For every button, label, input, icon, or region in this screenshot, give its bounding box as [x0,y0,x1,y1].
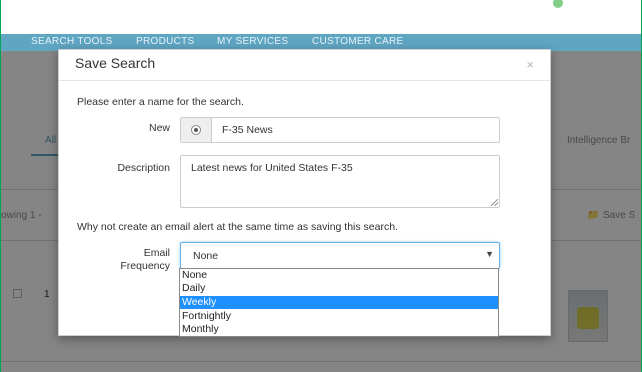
option-fortnightly[interactable]: Fortnightly [180,310,498,323]
nav-my-services[interactable]: MY SERVICES [217,36,288,47]
radio-icon[interactable] [191,125,201,135]
chevron-down-icon: ▼ [485,249,494,259]
nav-customer-care[interactable]: CUSTOMER CARE [312,36,404,47]
modal-header: Save Search × [59,50,550,81]
name-addon [181,118,212,142]
email-frequency-label-line2: Frequency [120,260,170,272]
email-frequency-select[interactable]: None ▼ [180,242,500,269]
name-input-group [180,117,500,143]
status-indicator-icon [553,0,563,8]
description-textarea[interactable]: Latest news for United States F-35 [180,155,500,208]
email-alert-prompt: Why not create an email alert at the sam… [77,221,398,233]
top-header [1,0,641,34]
close-icon[interactable]: × [526,57,534,72]
option-weekly[interactable]: Weekly [180,296,498,309]
modal-title: Save Search [75,55,156,71]
option-monthly[interactable]: Monthly [180,323,498,336]
page: SEARCH TOOLS PRODUCTS MY SERVICES CUSTOM… [1,0,641,372]
name-label: New [148,122,170,134]
nav-products[interactable]: PRODUCTS [136,36,195,47]
option-daily[interactable]: Daily [180,282,498,295]
frequency-dropdown-list: None Daily Weekly Fortnightly Monthly [179,268,499,337]
select-value: None [193,250,219,262]
option-none[interactable]: None [180,269,498,282]
resize-handle-icon[interactable] [491,199,498,206]
description-label: Description [117,162,170,174]
email-frequency-label: Email [143,247,170,259]
nav-search-tools[interactable]: SEARCH TOOLS [31,36,113,47]
search-name-input[interactable] [212,118,499,142]
name-prompt: Please enter a name for the search. [77,96,244,108]
